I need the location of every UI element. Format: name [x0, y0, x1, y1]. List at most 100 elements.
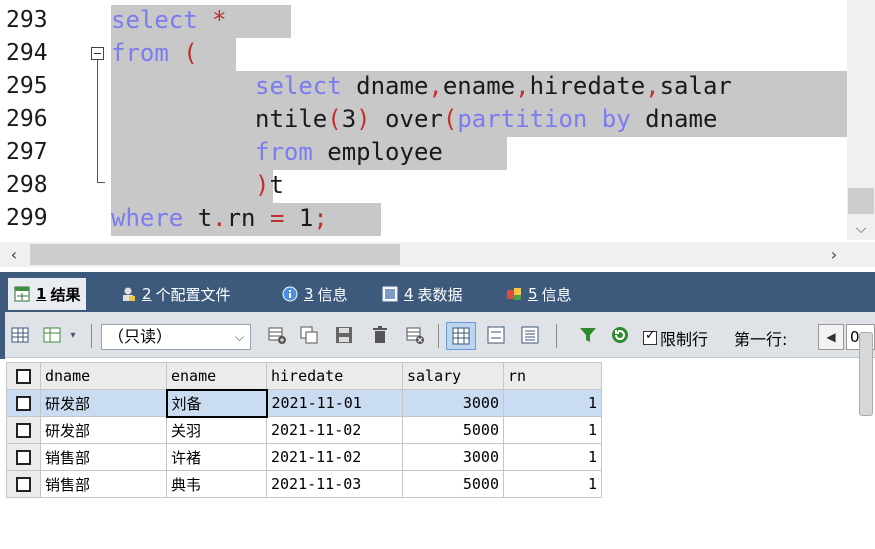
row-checkbox[interactable] [6, 470, 41, 498]
sql-operator: ( [442, 105, 458, 133]
refresh-icon[interactable] [608, 323, 632, 347]
readonly-mode-select[interactable]: （只读） ⌵ [101, 324, 251, 350]
tab-result[interactable]: 1 结果 [8, 278, 87, 310]
line-number: 299 [6, 205, 48, 231]
checkbox-icon[interactable] [643, 328, 657, 345]
save-icon[interactable] [332, 323, 356, 347]
column-header-salary[interactable]: salary [402, 362, 504, 390]
sql-operator: ) [356, 105, 371, 133]
previous-page-button[interactable]: ◀ [818, 324, 844, 350]
filter-icon[interactable] [576, 323, 600, 347]
sql-keyword: select [111, 6, 198, 34]
text-view-icon[interactable] [518, 323, 542, 347]
chevron-down-icon[interactable]: ▾ [66, 323, 80, 347]
scrollbar-corner [847, 242, 875, 267]
column-header-rn[interactable]: rn [503, 362, 602, 390]
code-line[interactable]: 299 where t.rn = 1; [0, 203, 847, 236]
code-text[interactable]: where t.rn = 1; [111, 204, 328, 232]
scroll-left-arrow-icon[interactable]: ‹ [2, 242, 26, 267]
tab-profiles[interactable]: 2 个配置文件 [114, 280, 237, 308]
row-checkbox[interactable] [6, 443, 41, 471]
scroll-right-arrow-icon[interactable]: › [822, 242, 846, 267]
row-checkbox[interactable] [6, 389, 41, 417]
checkbox-icon[interactable] [16, 450, 31, 465]
cell-dname[interactable]: 销售部 [40, 443, 167, 471]
cell-rn[interactable]: 1 [503, 416, 602, 444]
row-checkbox[interactable] [6, 416, 41, 444]
cell-ename[interactable]: 典韦 [166, 470, 267, 498]
cell-hiredate[interactable]: 2021-11-03 [266, 470, 403, 498]
limit-rows-label: 限制行 [660, 330, 709, 349]
cell-rn[interactable]: 1 [503, 443, 602, 471]
cell-rn[interactable]: 1 [503, 389, 602, 417]
code-line[interactable]: 297 from employee [0, 137, 847, 170]
table-row[interactable]: 研发部 关羽 2021-11-02 5000 1 [6, 416, 602, 444]
checkbox-icon[interactable] [16, 396, 31, 411]
cell-salary[interactable]: 5000 [402, 416, 504, 444]
cell-ename[interactable]: 关羽 [166, 416, 267, 444]
code-text[interactable]: from ( [111, 39, 198, 67]
cell-hiredate[interactable]: 2021-11-02 [266, 416, 403, 444]
table-row[interactable]: 销售部 许褚 2021-11-02 3000 1 [6, 443, 602, 471]
fold-toggle-icon[interactable] [91, 47, 104, 60]
sql-editor[interactable]: 293 select * 294 from (295 select dname,enam… [0, 0, 875, 268]
checkbox-icon[interactable] [16, 423, 31, 438]
code-line[interactable]: 296 ntile(3) over(partition by dname [0, 104, 847, 137]
code-line[interactable]: 294 from ( [0, 38, 847, 71]
column-header-hiredate[interactable]: hiredate [266, 362, 403, 390]
duplicate-row-icon[interactable] [297, 323, 321, 347]
sql-token: 3 [341, 105, 357, 133]
cell-dname[interactable]: 研发部 [40, 416, 167, 444]
code-text[interactable]: from employee [255, 138, 443, 166]
cell-ename[interactable]: 刘备 [165, 388, 268, 418]
tab-table-data[interactable]: 4 表数据 [376, 280, 469, 308]
import-grid-icon[interactable] [40, 323, 64, 347]
code-text[interactable]: select * [111, 6, 227, 34]
cell-dname[interactable]: 销售部 [40, 470, 167, 498]
sql-token: salar [659, 72, 732, 100]
delete-trash-icon[interactable] [368, 323, 392, 347]
select-all-checkbox[interactable] [6, 362, 41, 390]
grid-vertical-scrollbar[interactable] [859, 332, 873, 416]
cell-hiredate[interactable]: 2021-11-02 [266, 443, 403, 471]
sql-keyword: select [255, 72, 342, 100]
code-line[interactable]: 293 select * [0, 5, 847, 38]
add-row-icon[interactable] [265, 323, 289, 347]
tab-number: 4 [404, 285, 414, 303]
scroll-down-arrow-icon[interactable]: ⌵ [847, 218, 875, 240]
sql-token: 1 [284, 204, 314, 232]
form-view-icon[interactable] [484, 323, 508, 347]
code-text[interactable]: select dname,ename,hiredate,salar [255, 72, 732, 100]
limit-rows-checkbox[interactable]: 限制行 [643, 326, 708, 350]
cell-ename[interactable]: 许褚 [166, 443, 267, 471]
tab-info-2[interactable]: 5 信息 [500, 280, 578, 308]
editor-horizontal-scrollbar[interactable]: ‹ › [0, 242, 847, 267]
editor-horizontal-scroll-thumb[interactable] [30, 244, 400, 265]
fold-guide-line [97, 60, 98, 183]
info-flag-icon [506, 286, 522, 302]
checkbox-icon[interactable] [16, 369, 31, 384]
code-line[interactable]: 298)t [0, 170, 847, 203]
editor-vertical-scroll-thumb[interactable] [848, 188, 874, 214]
export-grid-icon[interactable] [8, 323, 32, 347]
checkbox-icon[interactable] [16, 477, 31, 492]
cell-dname[interactable]: 研发部 [40, 389, 167, 417]
cell-salary[interactable]: 3000 [402, 443, 504, 471]
table-row[interactable]: 研发部 刘备 2021-11-01 3000 1 [6, 388, 602, 418]
grid-view-button[interactable] [446, 322, 476, 350]
code-text[interactable]: ntile(3) over(partition by dname [255, 105, 717, 133]
code-line[interactable]: 295 select dname,ename,hiredate,salar [0, 71, 847, 104]
code-text[interactable]: )t [255, 171, 284, 199]
column-header-ename[interactable]: ename [166, 362, 267, 390]
cell-salary[interactable]: 5000 [402, 470, 504, 498]
table-row[interactable]: 销售部 典韦 2021-11-03 5000 1 [6, 470, 602, 498]
cell-rn[interactable]: 1 [503, 470, 602, 498]
editor-vertical-scrollbar[interactable]: ⌵ [847, 0, 875, 240]
result-tabs-bar: 1 结果 2 个配置文件 3 信息 4 表数据 5 信息 [0, 272, 875, 312]
cell-salary[interactable]: 3000 [402, 389, 504, 417]
line-number: 297 [6, 139, 48, 165]
cancel-changes-icon[interactable] [403, 323, 427, 347]
cell-hiredate[interactable]: 2021-11-01 [266, 389, 403, 417]
column-header-dname[interactable]: dname [40, 362, 167, 390]
tab-info[interactable]: 3 信息 [276, 280, 354, 308]
